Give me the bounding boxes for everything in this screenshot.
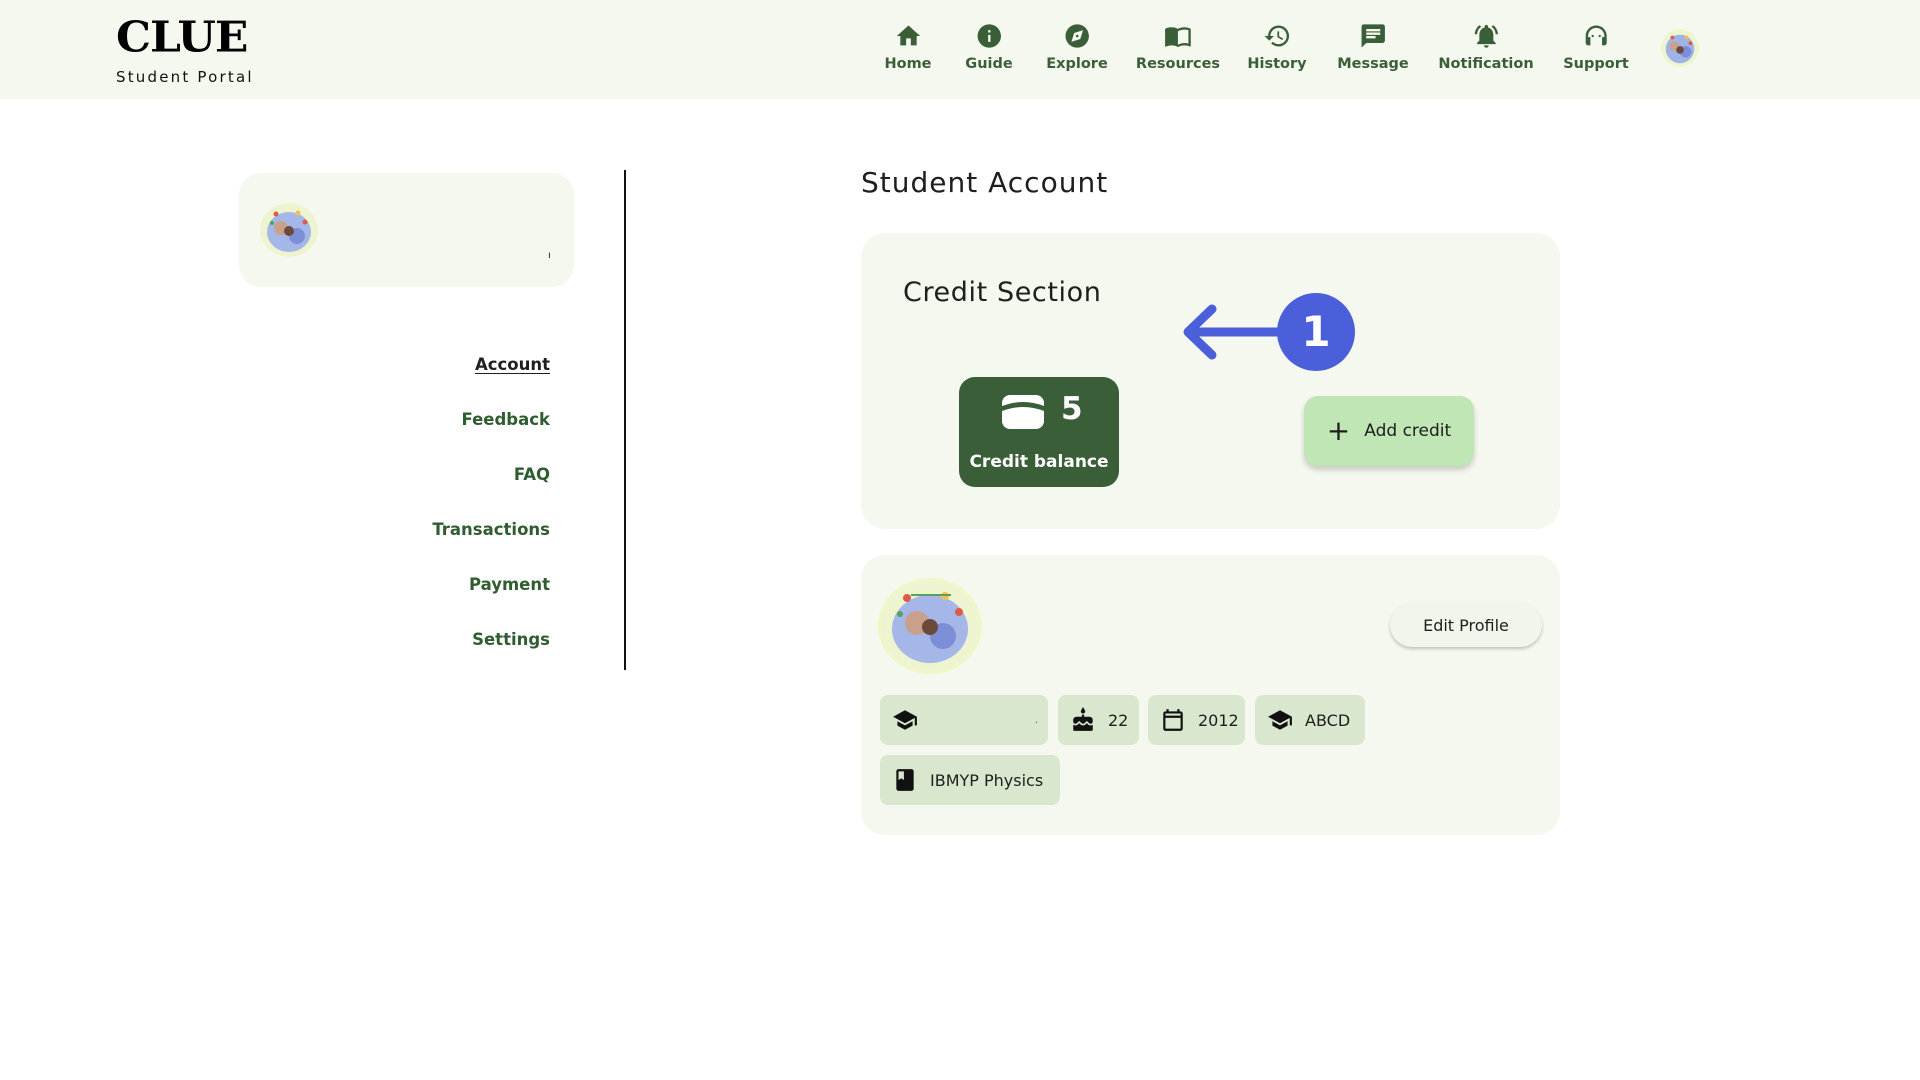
profile-chip-subject: IBMYP Physics [880, 755, 1060, 805]
book-open-icon [1165, 27, 1191, 48]
chip-text: 22 [1108, 710, 1129, 730]
calendar-icon [1163, 709, 1183, 731]
sidebar-item-transactions[interactable]: Transactions [432, 520, 550, 539]
profile-avatar [881, 581, 979, 671]
profile-chip-education: . [880, 695, 1048, 745]
nav-item-home[interactable]: Home [884, 22, 932, 72]
avatar-image [881, 581, 979, 671]
sidebar-item-settings[interactable]: Settings [472, 630, 550, 649]
page-title: Student Account [861, 166, 1109, 199]
avatar-image [1661, 29, 1699, 67]
headset-icon [1585, 25, 1607, 46]
nav-label-home: Home [884, 56, 932, 72]
profile-chip-school: ABCD [1255, 695, 1365, 745]
annotation-number: 1 [1301, 307, 1330, 356]
chip-text: 2012 [1198, 710, 1239, 730]
sidebar-avatar [260, 203, 318, 257]
add-credit-label: Add credit [1364, 421, 1452, 441]
add-credit-button[interactable]: + Add credit [1304, 396, 1474, 466]
graduation-cap-icon [1268, 710, 1292, 730]
chip-dot: . [1034, 715, 1038, 726]
avatar-image [260, 203, 318, 257]
profile-card: Edit Profile . 22 2012 ABCD IBMYP Physic… [861, 555, 1560, 835]
credit-section-title: Credit Section [903, 277, 1102, 308]
user-avatar[interactable] [1661, 29, 1699, 67]
compass-icon [1065, 24, 1089, 48]
sidebar-item-faq[interactable]: FAQ [514, 465, 550, 484]
nav-label-history: History [1247, 56, 1307, 72]
top-navigation-bar: CLUE Student Portal Home Guide Explore R… [0, 0, 1920, 99]
brand-logo: CLUE [116, 13, 248, 62]
nav-item-guide[interactable]: Guide [965, 22, 1013, 72]
book-icon [896, 769, 914, 791]
cake-icon [1073, 707, 1093, 731]
nav-item-notification[interactable]: Notification [1438, 22, 1534, 72]
nav-item-message[interactable]: Message [1337, 22, 1409, 72]
graduation-cap-icon [893, 710, 917, 730]
arrow-left-icon [1183, 304, 1289, 360]
wallet-icon [1002, 395, 1044, 429]
credit-balance-label: Credit balance [969, 452, 1109, 472]
nav-label-message: Message [1337, 56, 1409, 72]
nav-label-support: Support [1563, 56, 1629, 72]
sidebar-profile-card: ı [239, 173, 574, 287]
sidebar-divider [624, 170, 626, 670]
history-icon [1264, 25, 1289, 47]
brand[interactable]: CLUE Student Portal [116, 16, 254, 86]
nav-item-support[interactable]: Support [1563, 22, 1629, 72]
sidebar-item-feedback[interactable]: Feedback [462, 410, 551, 429]
credit-balance-value: 5 [1061, 391, 1083, 427]
credit-section-card: Credit Section 5 Credit balance + Add cr… [861, 233, 1560, 529]
sidebar-item-account[interactable]: Account [475, 355, 550, 374]
bell-icon [1474, 24, 1498, 48]
credit-balance-tile: 5 Credit balance [959, 377, 1119, 487]
nav-label-resources: Resources [1135, 56, 1221, 72]
chip-text: ABCD [1305, 710, 1351, 730]
sidebar-profile-tag: ı [548, 250, 551, 261]
edit-profile-button[interactable]: Edit Profile [1390, 603, 1542, 647]
sidebar-item-payment[interactable]: Payment [469, 575, 550, 594]
nav-item-resources[interactable]: Resources [1136, 22, 1220, 72]
nav-item-history[interactable]: History [1247, 22, 1307, 72]
home-icon [896, 25, 920, 46]
annotation-callout: 1 [1183, 293, 1355, 371]
nav-label-notification: Notification [1438, 56, 1534, 72]
message-icon [1361, 24, 1385, 48]
profile-chip-year: 2012 [1148, 695, 1245, 745]
profile-chip-age: 22 [1058, 695, 1139, 745]
chip-text: IBMYP Physics [930, 770, 1044, 790]
plus-icon: + [1326, 414, 1351, 447]
nav-label-guide: Guide [965, 56, 1013, 72]
info-icon [977, 24, 1001, 48]
nav-label-explore: Explore [1046, 56, 1108, 72]
nav-item-explore[interactable]: Explore [1046, 22, 1108, 72]
brand-subtitle: Student Portal [116, 68, 254, 86]
